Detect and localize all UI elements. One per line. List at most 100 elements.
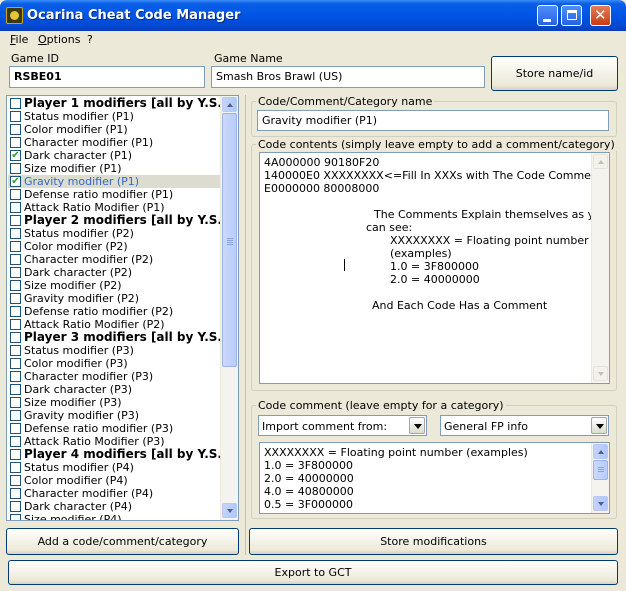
list-item[interactable]: ✔ Dark character (P1) [8, 149, 220, 162]
scroll-thumb[interactable] [593, 460, 608, 480]
list-item[interactable]: Size modifier (P4) [8, 513, 220, 520]
list-category[interactable]: Player 4 modifiers [all by Y.S.] [8, 448, 227, 461]
game-id-field[interactable]: RSBE01 [9, 66, 205, 88]
menu-bar [0, 31, 626, 50]
checkbox[interactable] [10, 267, 21, 278]
code-comment-scrollbar[interactable] [591, 443, 609, 513]
list-item[interactable]: Dark character (P4) [8, 500, 220, 513]
checkbox[interactable] [10, 241, 21, 252]
menu-file[interactable]: File [10, 33, 28, 46]
checkbox[interactable] [10, 501, 21, 512]
checkbox[interactable] [10, 462, 21, 473]
code-list[interactable]: Player 1 modifiers [all by Y.S.] Status m… [6, 95, 239, 521]
add-code-button[interactable]: Add a code/comment/category [6, 528, 239, 555]
scroll-thumb[interactable] [222, 113, 237, 367]
checkbox[interactable] [10, 98, 21, 109]
code-contents-textarea[interactable]: 4A000000 90180F20 140000E0 XXXXXXXX<=Fill… [259, 152, 610, 384]
code-line: can see: [366, 221, 413, 234]
game-name-field[interactable]: Smash Bros Brawl (US) [211, 66, 485, 88]
import-mode-select[interactable]: Import comment from: [258, 415, 427, 436]
scroll-down-button[interactable] [222, 503, 237, 518]
list-item[interactable]: Dark character (P3) [8, 383, 220, 396]
checkbox[interactable] [10, 280, 21, 291]
checkbox[interactable] [10, 449, 21, 460]
chevron-down-icon[interactable] [409, 417, 425, 434]
checkbox[interactable] [10, 345, 21, 356]
checkbox[interactable] [10, 436, 21, 447]
checkbox[interactable] [10, 358, 21, 369]
list-item[interactable]: Size modifier (P3) [8, 396, 220, 409]
checkbox[interactable] [10, 423, 21, 434]
checkbox[interactable] [10, 163, 21, 174]
list-item[interactable]: Status modifier (P4) [8, 461, 220, 474]
menu-options[interactable]: Options [38, 33, 80, 46]
import-source-select[interactable]: General FP info [440, 415, 609, 436]
scroll-down-button[interactable] [593, 366, 608, 381]
list-item[interactable]: Color modifier (P1) [8, 123, 220, 136]
list-item-label: Size modifier (P3) [24, 396, 122, 409]
list-category[interactable]: Player 3 modifiers [all by Y.S.] [8, 331, 227, 344]
maximize-button[interactable] [561, 5, 582, 26]
checkbox[interactable] [10, 332, 21, 343]
chevron-down-icon[interactable] [591, 417, 607, 434]
list-item[interactable]: Color modifier (P3) [8, 357, 220, 370]
menu-help[interactable]: ? [87, 33, 93, 46]
code-comment-textarea[interactable]: XXXXXXXX = Floating point number (exampl… [259, 442, 610, 514]
checkbox[interactable] [10, 371, 21, 382]
list-item[interactable]: Character modifier (P3) [8, 370, 220, 383]
minimize-icon [543, 19, 551, 22]
checkbox[interactable]: ✔ [10, 150, 21, 161]
checkbox[interactable] [10, 189, 21, 200]
code-name-field[interactable]: Gravity modifier (P1) [257, 110, 609, 131]
list-item[interactable]: Defense ratio modifier (P1) [8, 188, 220, 201]
checkbox[interactable] [10, 111, 21, 122]
list-item[interactable]: Color modifier (P2) [8, 240, 220, 253]
scroll-up-button[interactable] [222, 97, 237, 112]
list-item[interactable]: Character modifier (P4) [8, 487, 220, 500]
list-item[interactable]: Color modifier (P4) [8, 474, 220, 487]
checkbox[interactable] [10, 475, 21, 486]
list-item[interactable]: Defense ratio modifier (P2) [8, 305, 220, 318]
list-item[interactable]: Size modifier (P2) [8, 279, 220, 292]
checkbox[interactable] [10, 319, 21, 330]
checkbox[interactable]: ✔ [10, 176, 21, 187]
list-item[interactable]: Dark character (P2) [8, 266, 220, 279]
list-item[interactable]: Character modifier (P1) [8, 136, 220, 149]
scroll-down-button[interactable] [593, 496, 608, 511]
checkbox[interactable] [10, 254, 21, 265]
checkbox[interactable] [10, 397, 21, 408]
checkbox[interactable] [10, 137, 21, 148]
list-item[interactable]: Gravity modifier (P2) [8, 292, 220, 305]
close-button[interactable]: ✕ [590, 5, 611, 26]
list-item[interactable]: Size modifier (P1) [8, 162, 220, 175]
code-list-scrollbar[interactable] [220, 96, 238, 520]
list-item[interactable]: Defense ratio modifier (P3) [8, 422, 220, 435]
checkbox[interactable] [10, 215, 21, 226]
list-item-label: Status modifier (P2) [24, 227, 134, 240]
list-item[interactable]: Gravity modifier (P3) [8, 409, 220, 422]
checkbox[interactable] [10, 124, 21, 135]
list-item[interactable]: Character modifier (P2) [8, 253, 220, 266]
checkbox[interactable] [10, 514, 21, 520]
checkbox[interactable] [10, 410, 21, 421]
checkbox[interactable] [10, 306, 21, 317]
list-item[interactable]: ✔ Gravity modifier (P1) [8, 175, 220, 188]
list-item[interactable]: Status modifier (P1) [8, 110, 220, 123]
export-gct-button[interactable]: Export to GCT [8, 560, 618, 585]
checkbox[interactable] [10, 293, 21, 304]
checkbox[interactable] [10, 384, 21, 395]
app-icon[interactable] [6, 7, 23, 24]
scroll-up-button[interactable] [593, 154, 608, 169]
list-category[interactable]: Player 1 modifiers [all by Y.S.] [8, 97, 227, 110]
checkbox[interactable] [10, 202, 21, 213]
store-modifications-button[interactable]: Store modifications [249, 528, 618, 555]
checkbox[interactable] [10, 228, 21, 239]
checkbox[interactable] [10, 488, 21, 499]
minimize-button[interactable] [537, 5, 558, 26]
list-item[interactable]: Status modifier (P2) [8, 227, 220, 240]
list-item[interactable]: Status modifier (P3) [8, 344, 220, 357]
store-name-id-button[interactable]: Store name/id [491, 56, 618, 91]
scroll-up-button[interactable] [593, 444, 608, 459]
code-contents-scrollbar[interactable] [591, 153, 609, 383]
list-category[interactable]: Player 2 modifiers [all by Y.S.] [8, 214, 227, 227]
